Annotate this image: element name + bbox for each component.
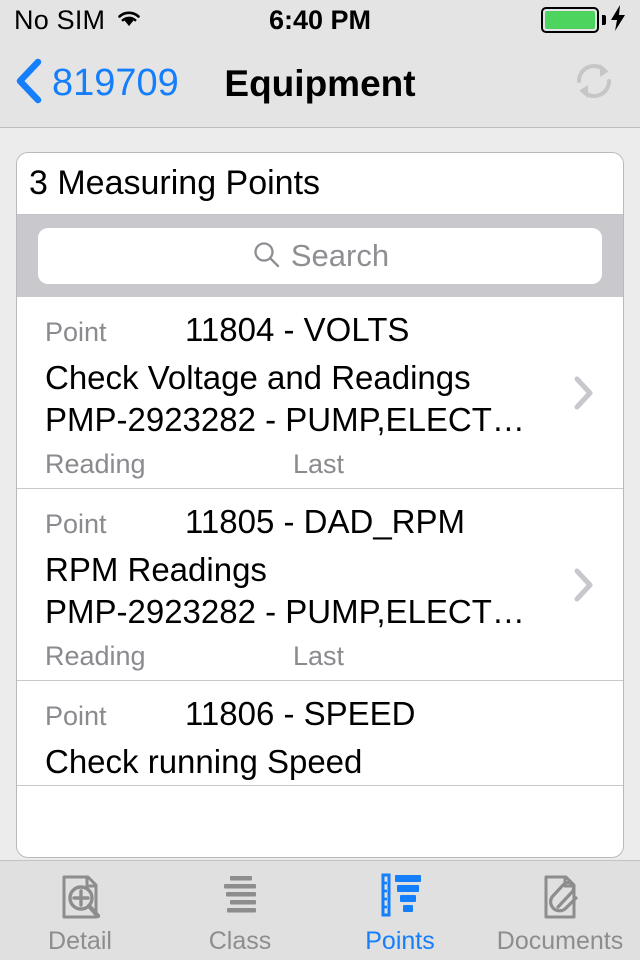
row-equipment: PMP-2923282 - PUMP,ELECT… [45,401,525,438]
table-row[interactable]: Point 11805 - DAD_RPM RPM Readings PMP-2… [17,489,623,681]
tab-label: Class [208,927,272,955]
lines-list-icon [214,871,266,923]
refresh-icon [571,58,617,109]
battery-full-icon [541,7,599,33]
tab-points[interactable]: Points [320,861,480,960]
row-point-line: Point 11806 - SPEED [45,681,623,733]
search-icon [251,239,281,274]
row-description: RPM Readings [45,551,267,588]
tab-label: Documents [496,927,624,955]
tab-label: Detail [48,927,112,955]
reading-label: Reading [45,641,146,671]
tab-bar: Detail Class Points Documents [0,860,640,960]
point-label: Point [45,509,107,539]
charging-bolt-icon [608,4,628,37]
card-header-title: 3 Measuring Points [29,164,321,202]
document-paperclip-icon [534,871,586,923]
search-input[interactable]: Search [38,228,602,284]
tab-detail[interactable]: Detail [0,861,160,960]
last-label: Last [293,449,345,479]
row-equipment: PMP-2923282 - PUMP,ELECT… [45,593,525,630]
status-bar: No SIM 6:40 PM [0,0,640,40]
row-footer: Reading Last [45,449,623,488]
table-row[interactable]: Point 11806 - SPEED Check running Speed [17,681,623,786]
tab-documents[interactable]: Documents [480,861,640,960]
point-label: Point [45,317,107,347]
chevron-right-icon [573,567,595,603]
tab-class[interactable]: Class [160,861,320,960]
measuring-points-card: 3 Measuring Points Search Point 11804 - … [16,152,624,858]
search-placeholder: Search [290,238,390,273]
tab-label: Points [365,927,435,955]
point-value: 11805 - DAD_RPM [185,503,466,540]
last-label: Last [293,641,345,671]
document-search-icon [54,871,106,923]
reading-label: Reading [45,449,146,479]
navigation-bar: 819709 Equipment [0,40,640,128]
row-point-line: Point 11804 - VOLTS [45,297,623,349]
row-footer: Reading Last [45,641,623,680]
refresh-button[interactable] [568,58,620,110]
table-row[interactable]: Point 11804 - VOLTS Check Voltage and Re… [17,297,623,489]
status-bar-right [541,4,628,37]
measuring-points-list: Point 11804 - VOLTS Check Voltage and Re… [17,297,623,786]
point-value: 11804 - VOLTS [185,311,410,348]
page-title: Equipment [224,62,416,104]
row-point-line: Point 11805 - DAD_RPM [45,489,623,541]
chevron-right-icon [573,375,595,411]
search-bar: Search [17,215,623,297]
app-screen: No SIM 6:40 PM 819709 Equipment 3 Measur… [0,0,640,960]
battery-cap [602,15,606,25]
row-description: Check Voltage and Readings [45,359,471,396]
row-description: Check running Speed [45,743,363,780]
point-value: 11806 - SPEED [185,695,416,732]
card-header: 3 Measuring Points [17,153,623,215]
ruler-funnel-icon [374,871,426,923]
point-label: Point [45,701,107,731]
